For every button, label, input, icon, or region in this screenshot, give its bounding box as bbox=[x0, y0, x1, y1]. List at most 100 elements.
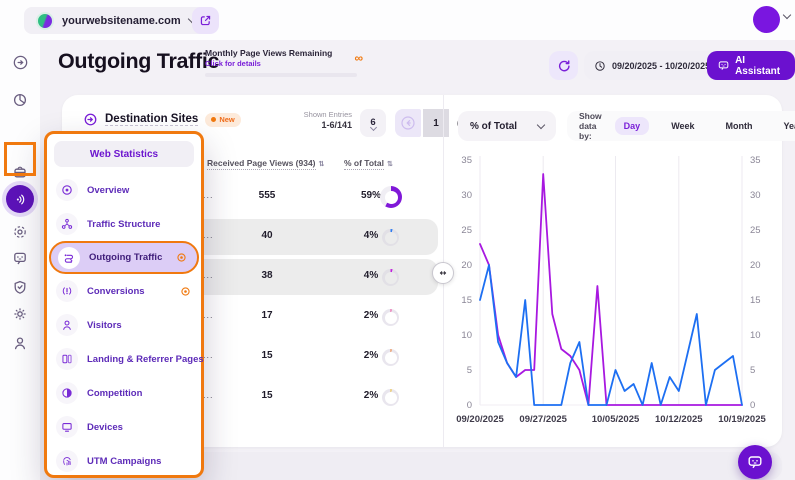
metric-selector[interactable]: % of Total bbox=[458, 111, 556, 141]
clock-icon bbox=[594, 60, 606, 72]
external-link-icon bbox=[199, 14, 212, 27]
donut-ring bbox=[382, 349, 399, 366]
svg-text:10/05/2025: 10/05/2025 bbox=[592, 414, 640, 425]
donut-ring bbox=[382, 389, 399, 406]
period-day[interactable]: Day bbox=[615, 117, 650, 135]
views-value: 15 bbox=[227, 350, 307, 361]
donut-ring bbox=[382, 229, 399, 246]
dashboard: yourwebsitename.com bbox=[0, 0, 795, 480]
donut-ring bbox=[380, 186, 402, 208]
svg-text:15: 15 bbox=[750, 295, 761, 306]
svg-text:10: 10 bbox=[750, 330, 761, 341]
landing-pages-icon bbox=[56, 348, 78, 370]
refresh-icon bbox=[557, 59, 571, 73]
menu-item-landing-referrer[interactable]: Landing & Referrer Pages bbox=[47, 342, 201, 376]
menu-item-conversions[interactable]: Conversions bbox=[47, 274, 201, 308]
views-value: 555 bbox=[227, 190, 307, 201]
conversions-icon bbox=[56, 280, 78, 302]
page-size-select[interactable]: 6 bbox=[360, 109, 386, 137]
period-month[interactable]: Month bbox=[717, 117, 762, 135]
web-statistics-icon-active[interactable] bbox=[6, 185, 34, 213]
svg-text:5: 5 bbox=[467, 365, 472, 376]
competition-icon bbox=[56, 382, 78, 404]
prev-page-button[interactable] bbox=[395, 109, 421, 137]
svg-text:10/19/2025: 10/19/2025 bbox=[718, 414, 766, 425]
arrow-left-icon bbox=[400, 115, 416, 131]
user-avatar[interactable] bbox=[753, 6, 780, 33]
menu-item-traffic-structure[interactable]: Traffic Structure bbox=[47, 207, 201, 241]
menu-item-utm-campaigns[interactable]: UTM Campaigns bbox=[47, 444, 201, 478]
period-year[interactable]: Year bbox=[775, 117, 795, 135]
account-icon[interactable] bbox=[7, 330, 33, 356]
settings-icon[interactable] bbox=[7, 301, 33, 327]
refresh-button[interactable] bbox=[549, 51, 578, 80]
svg-text:5: 5 bbox=[750, 365, 755, 376]
resize-arrows-icon bbox=[437, 267, 449, 279]
ai-assistant-button[interactable]: AI Assistant bbox=[707, 51, 795, 80]
shown-entries: Shown Entries 1-6/141 bbox=[294, 110, 352, 130]
panel-resize-handle[interactable] bbox=[432, 262, 454, 284]
chat-icon bbox=[718, 59, 729, 72]
svg-text:09/20/2025: 09/20/2025 bbox=[456, 414, 504, 425]
views-value: 38 bbox=[227, 270, 307, 281]
support-chat-button[interactable] bbox=[738, 445, 772, 479]
traffic-line-chart[interactable]: 09/20/2025 09/27/2025 10/05/2025 10/12/2025… bbox=[450, 150, 775, 440]
visitors-icon bbox=[56, 314, 78, 336]
web-statistics-flyout: Web Statistics Overview Traffic Structur… bbox=[44, 131, 204, 478]
svg-text:0: 0 bbox=[467, 400, 472, 411]
utm-campaigns-icon bbox=[56, 450, 78, 472]
products-icon[interactable] bbox=[7, 159, 33, 185]
svg-text:10/12/2025: 10/12/2025 bbox=[655, 414, 703, 425]
ai-assistant-label: AI Assistant bbox=[735, 55, 784, 77]
svg-text:35: 35 bbox=[461, 155, 472, 166]
security-icon[interactable] bbox=[7, 274, 33, 300]
svg-text:09/27/2025: 09/27/2025 bbox=[519, 414, 567, 425]
column-header-pct[interactable]: % of Total⇅ bbox=[344, 158, 393, 170]
infinity-icon: ∞ bbox=[354, 51, 363, 65]
donut-ring bbox=[382, 269, 399, 286]
overview-icon bbox=[56, 179, 78, 201]
menu-item-competition[interactable]: Competition bbox=[47, 376, 201, 410]
donut-ring bbox=[382, 309, 399, 326]
svg-text:20: 20 bbox=[750, 260, 761, 271]
website-selector[interactable]: yourwebsitename.com bbox=[24, 7, 207, 34]
avatar-chevron-icon[interactable] bbox=[783, 11, 791, 19]
svg-text:30: 30 bbox=[750, 190, 761, 201]
table-title: Destination Sites bbox=[105, 113, 198, 126]
svg-text:0: 0 bbox=[750, 400, 755, 411]
svg-text:15: 15 bbox=[461, 295, 472, 306]
svg-text:25: 25 bbox=[461, 225, 472, 236]
open-site-button[interactable] bbox=[192, 7, 219, 34]
feedback-icon[interactable] bbox=[7, 245, 33, 271]
chevron-down-icon bbox=[537, 120, 545, 128]
chat-icon bbox=[747, 454, 763, 470]
sort-icon: ⇅ bbox=[319, 160, 325, 168]
current-page[interactable]: 1 bbox=[423, 109, 449, 137]
menu-item-overview[interactable]: Overview bbox=[47, 173, 201, 207]
quota-widget: Monthly Page Views Remaining Click for d… bbox=[205, 48, 363, 77]
svg-text:30: 30 bbox=[461, 190, 472, 201]
outgoing-traffic-icon bbox=[58, 247, 80, 269]
badge-dot-icon bbox=[211, 117, 216, 122]
date-range-value: 09/20/2025 - 10/20/2025 bbox=[612, 61, 710, 71]
analytics-icon[interactable] bbox=[7, 87, 33, 113]
column-header-views[interactable]: Received Page Views (934)⇅ bbox=[207, 158, 324, 170]
icon-sidebar bbox=[0, 40, 40, 480]
new-badge: New bbox=[205, 113, 240, 127]
quota-details-link[interactable]: Click for details bbox=[205, 59, 363, 68]
expand-sidebar-button[interactable] bbox=[7, 49, 33, 75]
period-week[interactable]: Week bbox=[662, 117, 703, 135]
menu-item-visitors[interactable]: Visitors bbox=[47, 308, 201, 342]
goals-icon[interactable] bbox=[7, 219, 33, 245]
destination-sites-icon bbox=[83, 112, 98, 127]
menu-item-devices[interactable]: Devices bbox=[47, 410, 201, 444]
menu-item-outgoing-traffic[interactable]: Outgoing Traffic bbox=[49, 241, 199, 274]
views-value: 15 bbox=[227, 390, 307, 401]
svg-text:20: 20 bbox=[461, 260, 472, 271]
flyout-header: Web Statistics bbox=[54, 141, 194, 167]
website-name: yourwebsitename.com bbox=[62, 15, 181, 27]
top-bar: yourwebsitename.com bbox=[0, 0, 795, 40]
traffic-structure-icon bbox=[56, 213, 78, 235]
svg-text:35: 35 bbox=[750, 155, 761, 166]
svg-text:10: 10 bbox=[461, 330, 472, 341]
